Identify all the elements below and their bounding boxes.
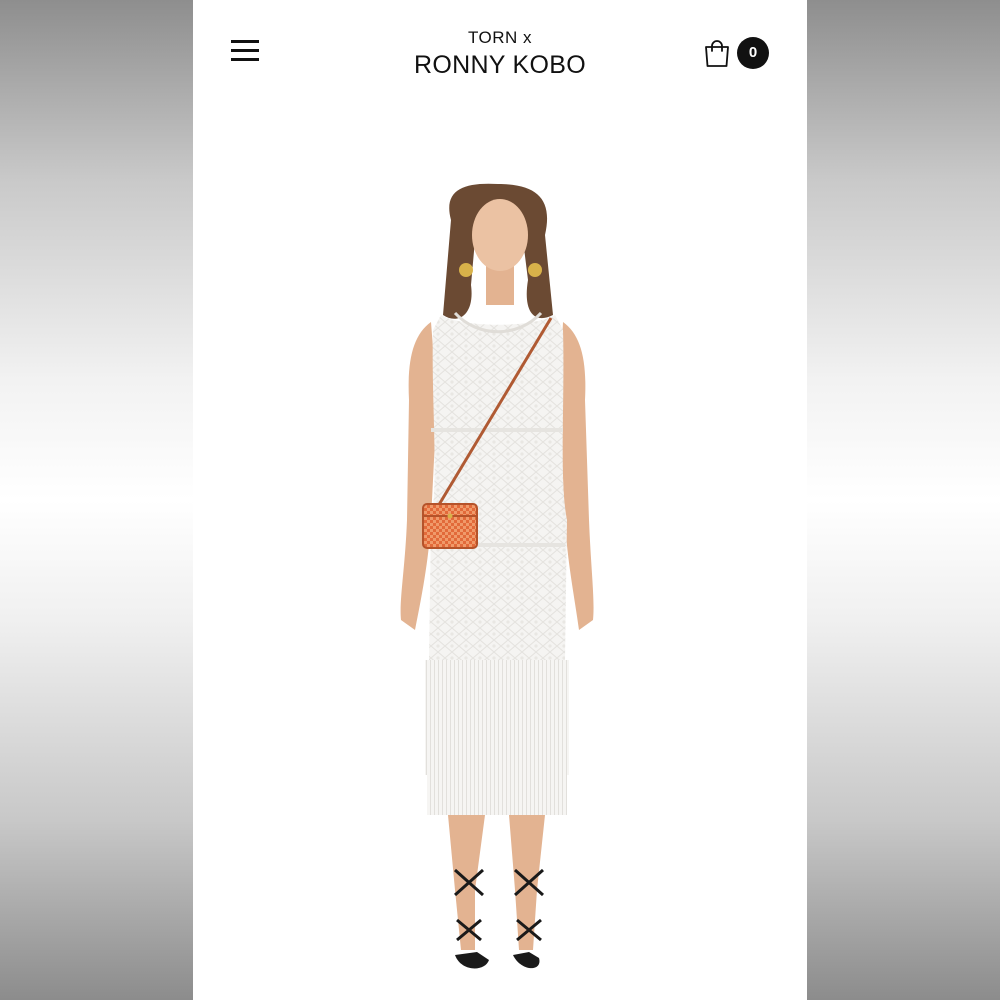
menu-bar xyxy=(231,40,259,43)
mobile-page: TORN x RONNY KOBO 0 xyxy=(193,0,807,1000)
fringe-tier xyxy=(425,715,569,775)
shopping-bag-icon xyxy=(705,40,729,67)
backdrop-left xyxy=(0,0,193,1000)
backdrop-right xyxy=(807,0,1000,1000)
cart-button[interactable]: 0 xyxy=(703,36,773,72)
hamburger-menu-icon[interactable] xyxy=(229,36,263,66)
menu-bar xyxy=(231,49,259,52)
logo-line-1: TORN x xyxy=(467,28,533,47)
cart-count-badge: 0 xyxy=(737,37,769,69)
site-header: TORN x RONNY KOBO 0 xyxy=(193,0,807,100)
logo-line-2: RONNY KOBO xyxy=(413,51,587,79)
fringe-tier xyxy=(425,660,569,720)
menu-bar xyxy=(231,58,259,61)
face xyxy=(472,199,528,271)
fringe-tier xyxy=(427,770,567,815)
product-image[interactable] xyxy=(193,100,807,1000)
brand-logo[interactable]: TORN x RONNY KOBO xyxy=(400,28,600,80)
crossbody-bag xyxy=(422,503,478,549)
